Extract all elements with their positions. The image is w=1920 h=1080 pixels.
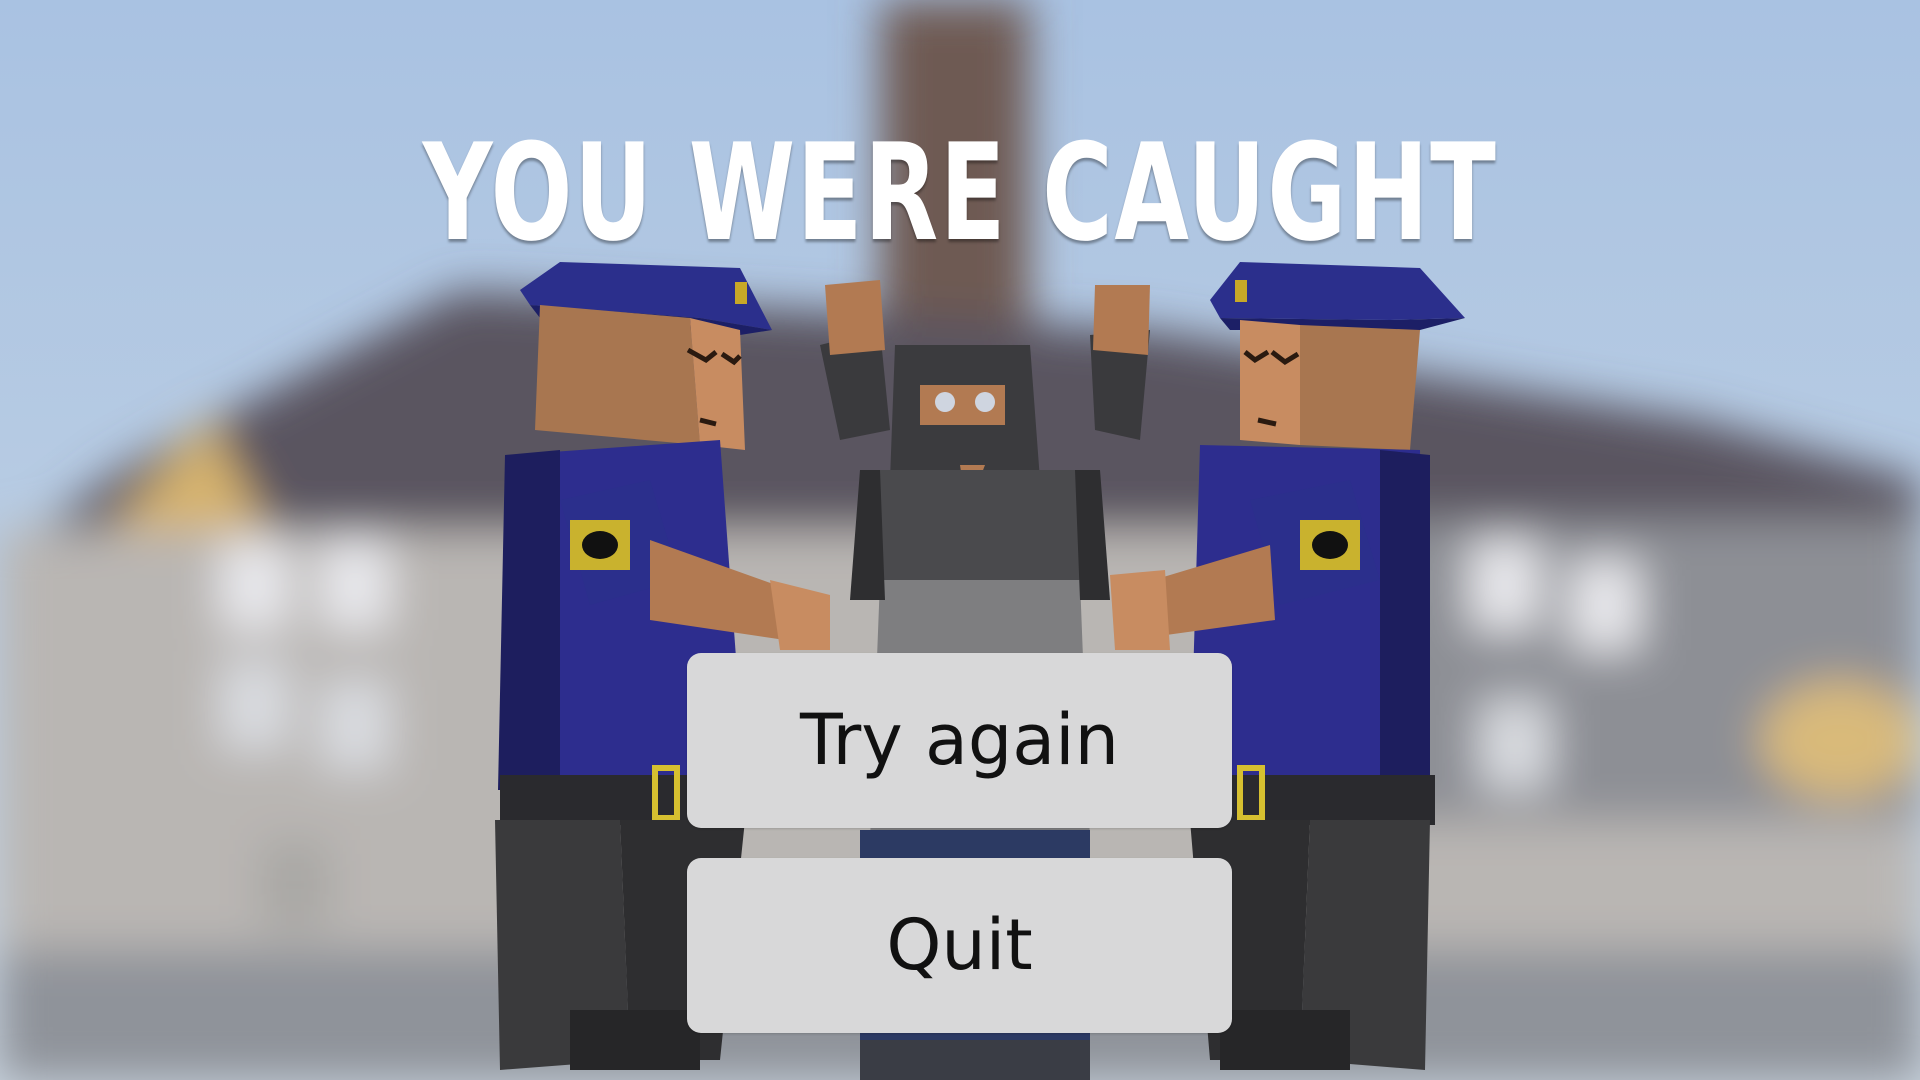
try-again-button[interactable]: Try again — [687, 653, 1232, 828]
quit-button[interactable]: Quit — [687, 858, 1232, 1033]
caught-title: YOU WERE CAUGHT — [422, 115, 1498, 271]
